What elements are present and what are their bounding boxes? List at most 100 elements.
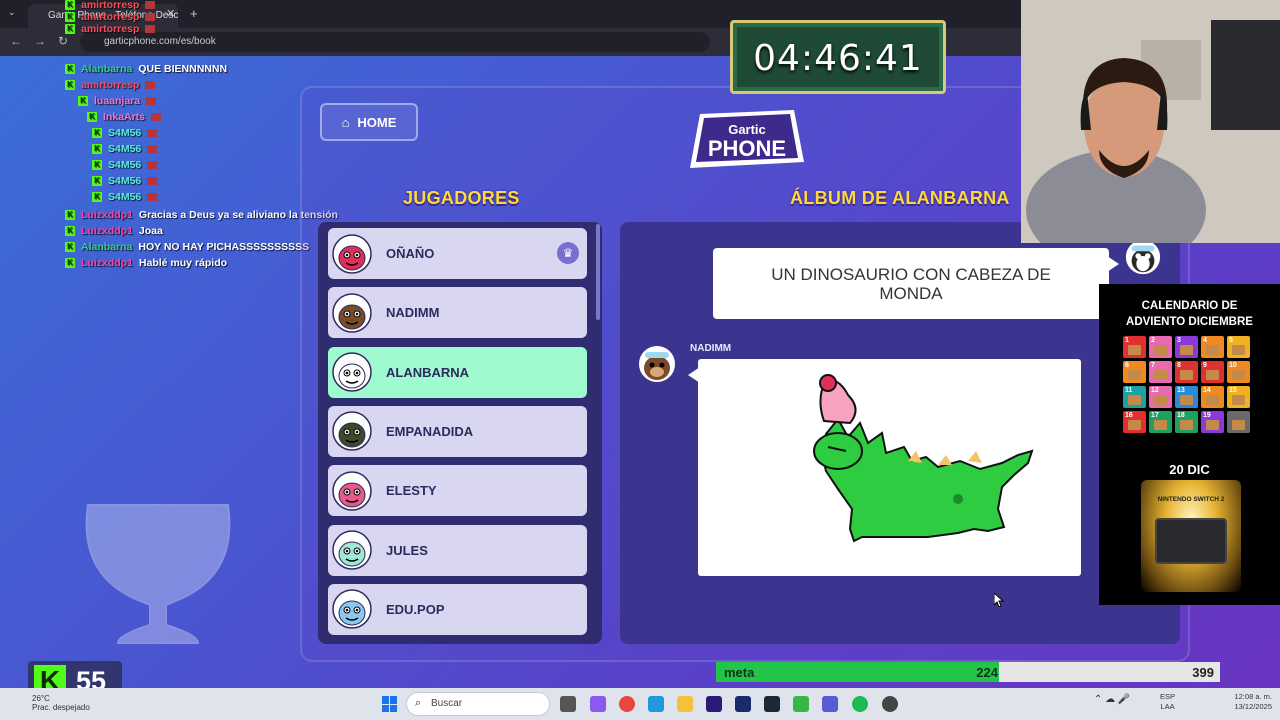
- players-list[interactable]: OÑAÑO ♛ NADIMM ALANBARNA EMPANADIDA ELESTY JUL…: [318, 222, 602, 644]
- player-avatar: [332, 411, 372, 452]
- player-row[interactable]: JULES: [328, 524, 587, 576]
- taskbar-clock[interactable]: 12:08 a. m. 13/12/2025: [1222, 692, 1272, 712]
- advent-day-cell: 16: [1123, 411, 1146, 433]
- chat-message: K Alanbarna QUE BIENNNNNN: [65, 62, 227, 76]
- home-icon: ⌂: [341, 114, 350, 130]
- album-title: ÁLBUM DE ALANBARNA: [790, 188, 1010, 208]
- teams-icon[interactable]: [822, 696, 838, 712]
- chat-emote-icon: [147, 145, 158, 153]
- reload-icon[interactable]: ↻: [58, 34, 68, 48]
- player-name: JULES: [386, 542, 428, 558]
- chat-message: K S4M56: [92, 126, 158, 140]
- premiere-icon[interactable]: [706, 696, 722, 712]
- player-row[interactable]: NADIMM: [328, 287, 587, 339]
- advent-day-cell: 15: [1227, 386, 1250, 408]
- chat-username[interactable]: luaanjara: [94, 95, 140, 107]
- player-row[interactable]: OÑAÑO ♛: [328, 228, 587, 279]
- chat-emote-icon: [151, 113, 162, 121]
- player-row[interactable]: ELESTY: [328, 465, 587, 517]
- system-tray[interactable]: ⌃ ☁ 🎤: [1094, 694, 1130, 705]
- tab-list-icon[interactable]: ⌄: [8, 7, 16, 18]
- kick-badge-icon: K: [65, 12, 75, 22]
- advent-day-number: 4: [1203, 337, 1207, 344]
- gift-box-icon: [1206, 420, 1219, 430]
- drawer-name: NADIMM: [690, 343, 732, 354]
- chrome-icon[interactable]: [619, 696, 635, 712]
- chat-username[interactable]: Luizxddp1: [81, 257, 133, 269]
- chat-username[interactable]: S4M56: [108, 159, 141, 171]
- chat-username[interactable]: S4M56: [108, 175, 141, 187]
- chat-emote-icon: [147, 193, 158, 201]
- chat-emote-icon: [145, 25, 156, 33]
- chat-username[interactable]: Luizxddp1: [81, 209, 133, 221]
- copilot-icon[interactable]: [590, 696, 606, 712]
- chat-username[interactable]: amirtorresp: [81, 23, 139, 35]
- gift-box-icon: [1206, 345, 1219, 355]
- player-row[interactable]: EMPANADIDA: [328, 405, 587, 457]
- chat-username[interactable]: S4M56: [108, 191, 141, 203]
- advent-day-number: 5: [1229, 337, 1233, 344]
- chat-message: Kamirtorresp: [65, 22, 156, 36]
- kick-badge-icon: K: [78, 96, 88, 106]
- chat-username[interactable]: S4M56: [108, 127, 141, 139]
- spotify-icon[interactable]: [852, 696, 868, 712]
- gift-box-icon: [1154, 370, 1167, 380]
- player-avatar: [332, 589, 372, 630]
- advent-day-number: 1: [1125, 337, 1129, 344]
- advent-day-cell: 6: [1123, 361, 1146, 383]
- advent-day-number: 2: [1151, 337, 1155, 344]
- chat-username[interactable]: Luizxddp1: [81, 225, 133, 237]
- player-avatar: [332, 530, 372, 570]
- gift-box-icon: [1232, 420, 1245, 430]
- player-row[interactable]: EDU.POP: [328, 583, 587, 635]
- chat-username[interactable]: Alanbarna: [81, 63, 132, 75]
- advent-day-number: 15: [1229, 387, 1237, 394]
- gartic-phone-logo: Gartic PHONE: [690, 110, 804, 168]
- audition-icon[interactable]: [735, 696, 751, 712]
- advent-day-cell: 1: [1123, 336, 1146, 358]
- advent-current-day: 20 DIC: [1169, 462, 1210, 477]
- close-tab-icon[interactable]: ✕: [166, 7, 175, 20]
- players-scrollbar[interactable]: [596, 224, 600, 320]
- chat-username[interactable]: InkaArts: [103, 111, 145, 123]
- weather-widget[interactable]: 26°C Prac. despejado: [10, 690, 90, 712]
- chat-message: K Luizxddp1 Joaa: [65, 224, 163, 238]
- taskbar-search[interactable]: ⌕ Buscar: [406, 692, 550, 716]
- player-name: EDU.POP: [386, 601, 445, 617]
- edge-icon[interactable]: [648, 696, 664, 712]
- advent-day-cell: 7: [1149, 361, 1172, 383]
- obs-icon[interactable]: [882, 696, 898, 712]
- advent-day-number: 7: [1151, 362, 1155, 369]
- steam-icon[interactable]: [764, 696, 780, 712]
- chat-text: Hablé muy rápido: [138, 257, 228, 269]
- app-icon[interactable]: [793, 696, 809, 712]
- file-explorer-icon[interactable]: [677, 696, 693, 712]
- kick-badge-icon: K: [92, 144, 102, 154]
- logo-bottom-text: PHONE: [708, 136, 786, 161]
- forward-icon[interactable]: →: [34, 34, 46, 48]
- kick-badge-icon: K: [65, 226, 75, 236]
- player-row[interactable]: ALANBARNA: [328, 346, 587, 398]
- chat-message: K S4M56: [92, 142, 158, 156]
- home-button[interactable]: ⌂ HOME: [320, 103, 418, 141]
- language-indicator[interactable]: ESP LAA: [1160, 692, 1175, 712]
- advent-day-cell: 4: [1201, 336, 1224, 358]
- back-icon[interactable]: ←: [10, 34, 22, 48]
- countdown-timer: 04:46:41: [730, 20, 946, 94]
- gift-box-icon: [1206, 370, 1219, 380]
- gift-box-icon: [1180, 370, 1193, 380]
- advent-day-cell: 12: [1149, 386, 1172, 408]
- player-name: ELESTY: [386, 483, 437, 499]
- goal-bar: meta 224 399: [716, 662, 1220, 682]
- chat-username[interactable]: amirtorresp: [81, 79, 139, 91]
- task-view-icon[interactable]: [560, 696, 576, 712]
- chat-username[interactable]: S4M56: [108, 143, 141, 155]
- chat-username[interactable]: Alanbarna: [81, 241, 132, 253]
- player-avatar: [332, 470, 372, 511]
- advent-day-number: 9: [1203, 362, 1207, 369]
- new-tab-icon[interactable]: +: [190, 6, 198, 21]
- gift-box-icon: [1154, 345, 1167, 355]
- windows-start-icon[interactable]: [382, 696, 398, 712]
- url-field[interactable]: garticphone.com/es/book: [80, 32, 710, 52]
- chat-emote-icon: [147, 177, 158, 185]
